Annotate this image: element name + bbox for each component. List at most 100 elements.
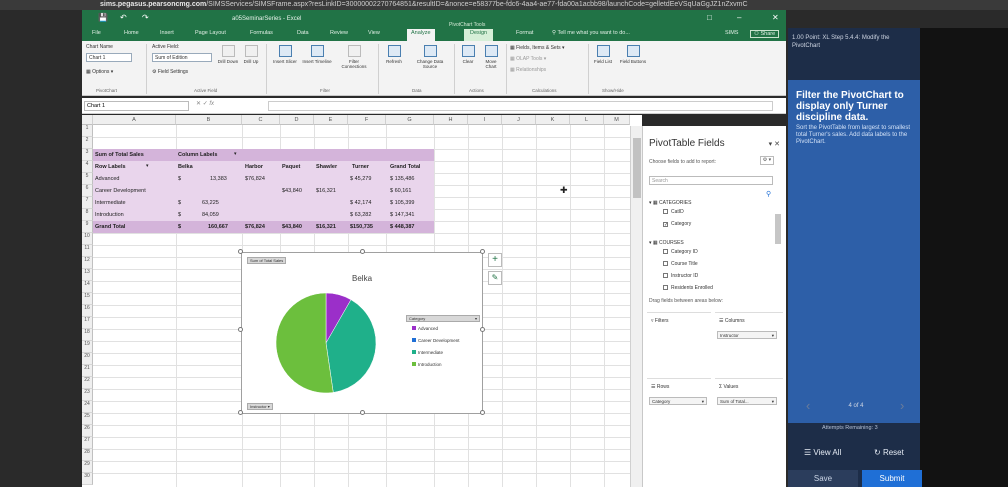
worksheet-grid[interactable]: A B C D E F G H I J K L M 1 2 3 4 5 6 7 … (82, 115, 642, 487)
pane-close-icon[interactable]: ▾ ✕ (769, 140, 780, 148)
row-header[interactable]: 1 (82, 125, 93, 137)
gear-icon[interactable]: ⚙ ▾ (760, 156, 774, 165)
values-area[interactable]: Σ Values Sum of Total... ▾ (715, 378, 783, 440)
row-header[interactable]: 29 (82, 461, 93, 473)
row-header[interactable]: 17 (82, 317, 93, 329)
table-group[interactable]: ▾ ▦ COURSES (649, 240, 684, 246)
insert-timeline-button[interactable]: Insert Timeline (302, 45, 332, 64)
chart-resize-handle[interactable] (480, 327, 485, 332)
tab-page-layout[interactable]: Page Layout (195, 30, 226, 36)
tab-file[interactable]: File (92, 30, 101, 36)
row-header[interactable]: 7 (82, 197, 93, 209)
fields-scroll-thumb[interactable] (775, 214, 781, 244)
row-header[interactable]: 25 (82, 413, 93, 425)
chart-resize-handle[interactable] (238, 410, 243, 415)
tab-formulas[interactable]: Formulas (250, 30, 273, 36)
vertical-scrollbar[interactable] (630, 126, 642, 487)
tab-review[interactable]: Review (330, 30, 348, 36)
row-header[interactable]: 22 (82, 377, 93, 389)
chart-resize-handle[interactable] (360, 410, 365, 415)
field-checkbox[interactable]: Course Title (663, 261, 698, 267)
field-list-button[interactable]: Field List (592, 45, 614, 64)
clear-button[interactable]: Clear (458, 45, 478, 64)
column-header[interactable]: L (570, 115, 604, 125)
chart-resize-handle[interactable] (238, 249, 243, 254)
row-header[interactable]: 10 (82, 233, 93, 245)
olap-tools-button[interactable]: ▦ OLAP Tools ▾ (510, 56, 546, 62)
insert-slicer-button[interactable]: Insert Slicer (272, 45, 298, 64)
tab-data[interactable]: Data (297, 30, 309, 36)
row-header[interactable]: 19 (82, 341, 93, 353)
field-buttons-button[interactable]: Field Buttons (618, 45, 648, 64)
row-header[interactable]: 30 (82, 473, 93, 485)
column-header[interactable]: J (502, 115, 536, 125)
column-header[interactable]: H (434, 115, 468, 125)
tab-view[interactable]: View (368, 30, 380, 36)
change-data-source-button[interactable]: Change Data Source (410, 45, 450, 69)
active-field-input[interactable]: Sum of Edition (152, 53, 212, 62)
name-box[interactable]: Chart 1 (84, 101, 189, 111)
formula-input[interactable] (268, 101, 773, 111)
ribbon-display-icon[interactable]: □ (707, 13, 712, 22)
column-header[interactable]: G (386, 115, 434, 125)
pivot-column-labels[interactable]: Column Labels (178, 152, 217, 158)
column-header[interactable]: E (314, 115, 348, 125)
redo-icon[interactable]: ↷ (142, 13, 149, 22)
options-button[interactable]: ▦ Options ▾ (86, 69, 113, 75)
row-header[interactable]: 6 (82, 185, 93, 197)
columns-field-dropdown[interactable]: Instructor ▾ (717, 331, 777, 339)
save-button[interactable]: Save (788, 470, 858, 487)
chart-resize-handle[interactable] (480, 410, 485, 415)
field-settings-button[interactable]: ⚙ Field Settings (152, 69, 188, 75)
select-all-corner[interactable] (82, 115, 93, 125)
view-all-button[interactable]: ☰ View All (804, 448, 841, 457)
tell-me-box[interactable]: ⚲ Tell me what you want to do... (552, 30, 630, 36)
field-checkbox[interactable]: Category ID (663, 249, 698, 255)
filter-connections-button[interactable]: Filter Connections (336, 45, 372, 69)
field-search-input[interactable]: Search (649, 176, 773, 185)
row-header[interactable]: 24 (82, 401, 93, 413)
row-header[interactable]: 15 (82, 293, 93, 305)
row-header[interactable]: 11 (82, 245, 93, 257)
pivot-row-labels[interactable]: Row Labels (95, 164, 126, 170)
row-header[interactable]: 9 (82, 221, 93, 233)
rows-field-dropdown[interactable]: Category ▾ (649, 397, 707, 405)
save-icon[interactable]: 💾 (98, 13, 108, 22)
column-header[interactable]: I (468, 115, 502, 125)
table-group[interactable]: ▾ ▦ CATEGORIES (649, 200, 691, 206)
row-header[interactable]: 27 (82, 437, 93, 449)
column-filter-icon[interactable]: ▾ (234, 151, 237, 157)
pivot-chart[interactable]: Sum of Total Sales Belka Category ▾ Advan… (241, 252, 483, 414)
field-checkbox[interactable]: ✓ Category (663, 221, 691, 228)
row-header[interactable]: 12 (82, 257, 93, 269)
column-header[interactable]: K (536, 115, 570, 125)
row-header[interactable]: 16 (82, 305, 93, 317)
chart-resize-handle[interactable] (360, 249, 365, 254)
tab-insert[interactable]: Insert (160, 30, 174, 36)
pie-plot-area[interactable] (242, 253, 484, 415)
columns-area[interactable]: ☰ Columns Instructor ▾ (715, 312, 783, 374)
relationships-button[interactable]: ▦ Relationships (510, 67, 546, 73)
category-filter-button[interactable]: Category ▾ (406, 315, 480, 322)
share-button[interactable]: ⚇ Share (750, 30, 780, 38)
fx-icon[interactable]: ✕ ✓ fx (196, 100, 214, 107)
next-step-icon[interactable]: › (900, 398, 904, 413)
row-header[interactable]: 4 (82, 161, 93, 173)
submit-button[interactable]: Submit (862, 470, 922, 487)
instructor-axis-button[interactable]: Instructor ▾ (247, 403, 273, 410)
close-icon[interactable]: ✕ (772, 13, 779, 22)
chart-styles-icon[interactable]: ✎ (488, 271, 502, 285)
row-header[interactable]: 13 (82, 269, 93, 281)
search-icon[interactable]: ⚲ (766, 190, 771, 198)
chart-resize-handle[interactable] (238, 327, 243, 332)
values-field-dropdown[interactable]: Sum of Total... ▾ (717, 397, 777, 405)
column-header[interactable]: A (93, 115, 176, 125)
pie-slice-introduction[interactable] (275, 292, 334, 394)
filters-area[interactable]: ▿ Filters (647, 312, 711, 374)
row-header[interactable]: 26 (82, 425, 93, 437)
tab-analyze[interactable]: Analyze (407, 29, 435, 41)
row-header[interactable]: 2 (82, 137, 93, 149)
field-checkbox[interactable]: Instructor ID (663, 273, 698, 279)
column-header[interactable]: D (280, 115, 314, 125)
scrollbar-thumb[interactable] (633, 138, 641, 198)
